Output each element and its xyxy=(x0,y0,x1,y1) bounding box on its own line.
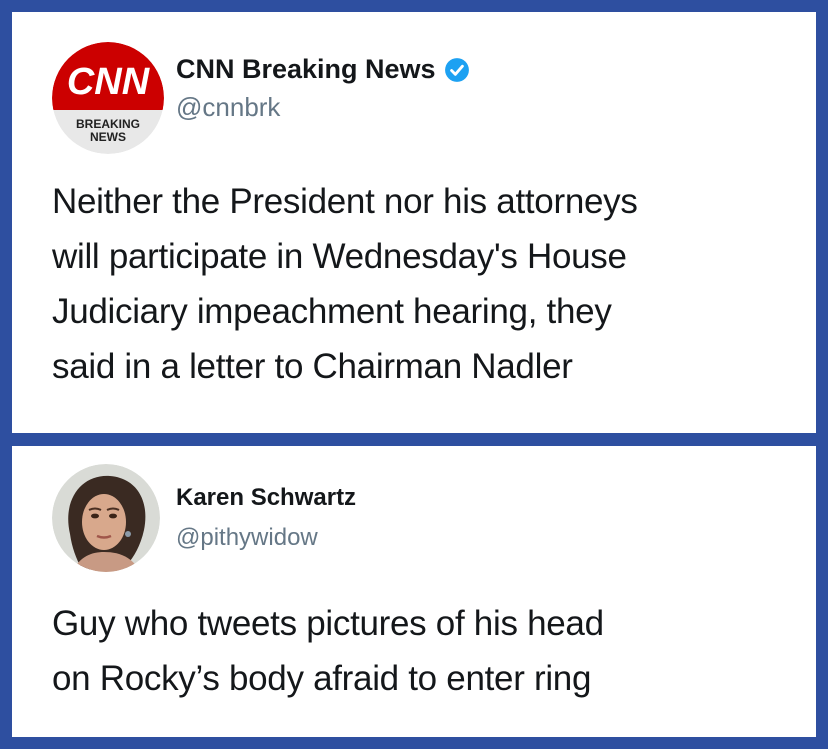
tweet-text: Guy who tweets pictures of his head on R… xyxy=(52,596,796,706)
display-name[interactable]: Karen Schwartz xyxy=(176,484,356,512)
tweet-text: Neither the President nor his attorneys … xyxy=(52,174,796,394)
tweet-text-line: on Rocky’s body afraid to enter ring xyxy=(52,659,592,698)
cnn-breaking-news-logo: CNN BREAKING NEWS xyxy=(52,42,164,154)
profile-photo xyxy=(52,464,160,572)
tweet-text-line: will participate in Wednesday's House xyxy=(52,237,627,276)
display-name-row[interactable]: CNN Breaking News xyxy=(176,54,470,85)
user-handle[interactable]: @cnnbrk xyxy=(176,92,280,123)
display-name[interactable]: CNN Breaking News xyxy=(176,54,436,85)
news-badge-text: NEWS xyxy=(90,130,126,144)
tweet-card-cnn[interactable]: CNN BREAKING NEWS CNN Breaking News @cnn… xyxy=(12,12,816,433)
user-handle[interactable]: @pithywidow xyxy=(176,524,318,552)
tweet-text-line: Guy who tweets pictures of his head xyxy=(52,604,604,643)
avatar[interactable] xyxy=(52,464,160,572)
tweet-text-line: said in a letter to Chairman Nadler xyxy=(52,347,573,386)
avatar[interactable]: CNN BREAKING NEWS xyxy=(52,42,164,154)
display-name-row[interactable]: Karen Schwartz xyxy=(176,484,356,512)
verified-badge-icon xyxy=(444,57,469,82)
breaking-badge-text: BREAKING xyxy=(76,117,140,131)
tweet-text-line: Judiciary impeachment hearing, they xyxy=(52,292,612,331)
tweet-card-karen[interactable]: Karen Schwartz @pithywidow Guy who tweet… xyxy=(12,446,816,737)
tweet-text-line: Neither the President nor his attorneys xyxy=(52,182,638,221)
cnn-logo-text: CNN xyxy=(67,61,151,103)
